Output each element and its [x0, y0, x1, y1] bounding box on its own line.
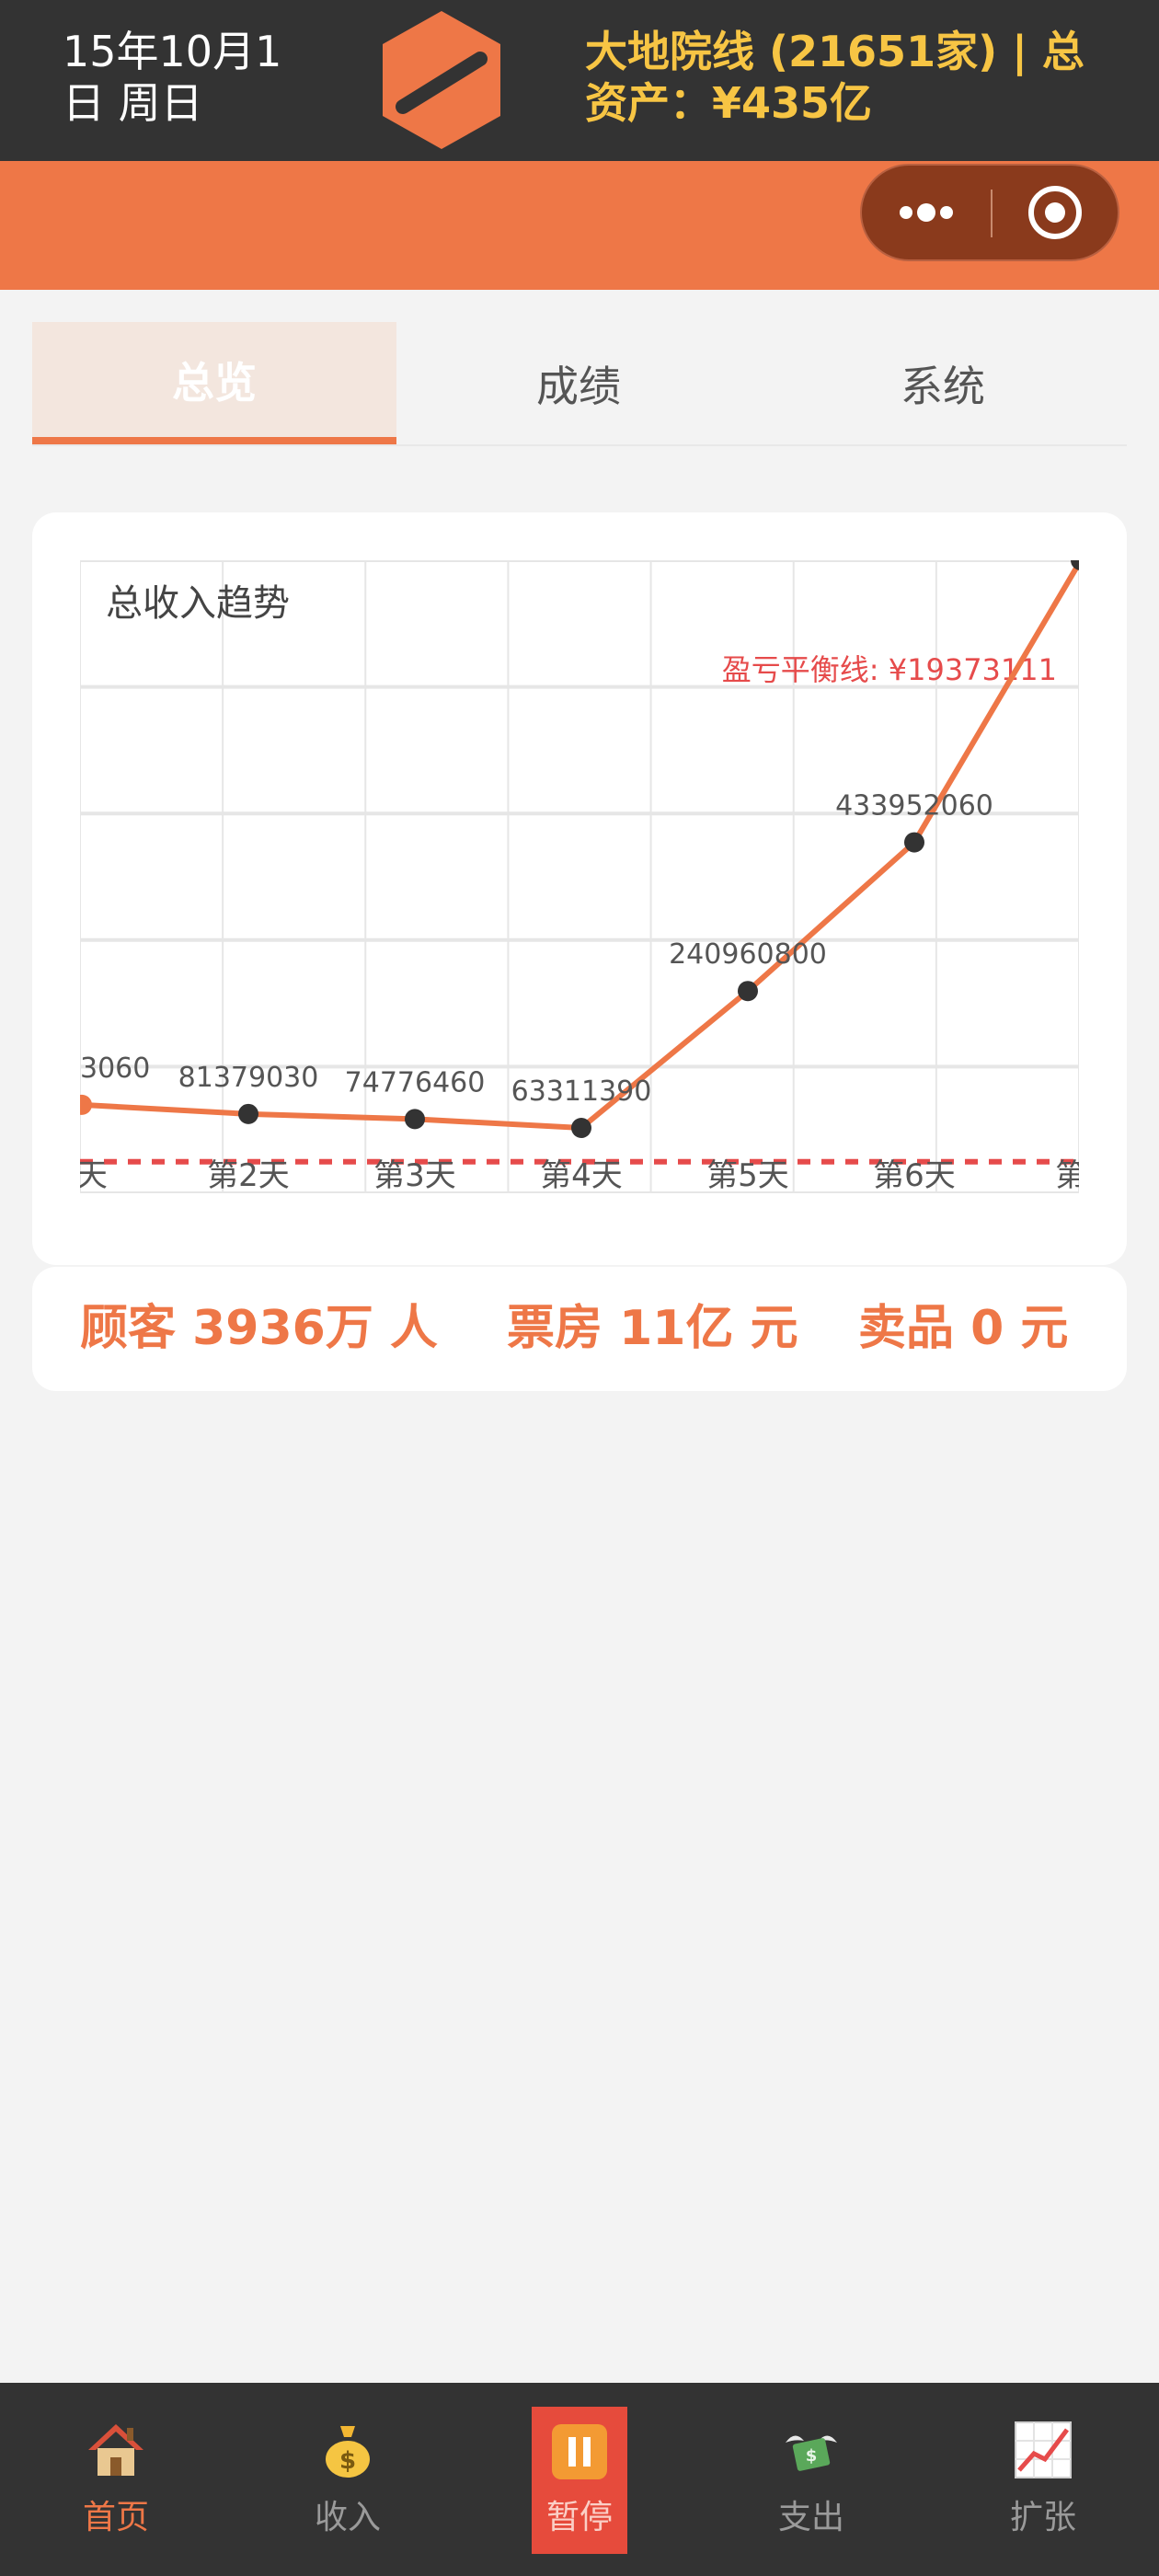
more-dots-icon: [900, 203, 953, 222]
chart-increasing-icon: [1015, 2421, 1072, 2478]
x-tick-label: 第2天: [207, 1157, 290, 1193]
bottom-nav: 首页 $ 收入 扩张 $ 支出 暂停: [0, 2383, 1159, 2576]
data-point: [904, 832, 924, 853]
x-tick-label: 第7: [1055, 1157, 1079, 1193]
pause-button[interactable]: 暂停: [532, 2407, 627, 2554]
x-tick-label: 第6天: [873, 1157, 956, 1193]
nav-expense[interactable]: $ 支出: [695, 2383, 927, 2576]
customers-stat: 顾客 3936万 人: [80, 1301, 438, 1356]
nav-expand[interactable]: 扩张: [927, 2383, 1159, 2576]
logo-icon: [383, 11, 500, 149]
revenue-chart-card: 总收入趋势 盈亏平衡线: ¥19373111 1天第2天第3天第4天第5天第6天…: [32, 512, 1127, 1265]
data-label: 63311390: [511, 1075, 652, 1108]
data-point: [405, 1109, 425, 1130]
close-button[interactable]: [993, 166, 1118, 259]
nav-expand-label: 扩张: [1009, 2499, 1076, 2536]
box-office-stat: 票房 11亿 元: [507, 1301, 798, 1356]
data-label: 81379030: [178, 1062, 319, 1094]
target-close-icon: [1028, 186, 1082, 239]
data-label: 240960800: [669, 938, 827, 971]
chart-title: 总收入趋势: [106, 582, 290, 625]
nav-income-label: 收入: [314, 2499, 381, 2536]
nav-home-label: 首页: [82, 2499, 149, 2536]
x-tick-label: 第4天: [540, 1157, 623, 1193]
pause-icon: [552, 2424, 607, 2479]
data-point: [571, 1117, 591, 1138]
nav-home[interactable]: 首页: [0, 2383, 232, 2576]
x-tick-label: 第5天: [706, 1157, 789, 1193]
data-label: 74776460: [345, 1066, 486, 1098]
game-date: 15年10月1日 周日: [63, 27, 282, 128]
svg-text:$: $: [339, 2447, 356, 2475]
top-header: 15年10月1日 周日 大地院线 (21651家) | 总资产：¥435亿: [0, 0, 1159, 161]
x-tick-label: 1天: [80, 1157, 108, 1193]
x-tick-label: 第3天: [373, 1157, 456, 1193]
tab-overview[interactable]: 总览: [32, 322, 396, 444]
tab-system[interactable]: 系统: [761, 322, 1125, 444]
data-label: 3060: [80, 1052, 150, 1085]
money-bag-icon: $: [326, 2426, 370, 2478]
mini-program-capsule: [860, 164, 1119, 261]
data-label: 433952060: [835, 790, 993, 822]
summary-card: 顾客 3936万 人 票房 11亿 元 卖品 0 元: [32, 1267, 1127, 1391]
house-icon: [88, 2424, 143, 2476]
nav-income[interactable]: $ 收入: [232, 2383, 464, 2576]
revenue-trend-chart: 总收入趋势 盈亏平衡线: ¥19373111 1天第2天第3天第4天第5天第6天…: [80, 560, 1079, 1193]
pause-label: 暂停: [545, 2499, 613, 2536]
company-summary: 大地院线 (21651家) | 总资产：¥435亿: [585, 27, 1084, 128]
merch-stat: 卖品 0 元: [858, 1301, 1069, 1356]
data-point: [80, 1094, 92, 1115]
nav-expense-label: 支出: [777, 2499, 844, 2536]
svg-text:$: $: [806, 2446, 818, 2466]
more-button[interactable]: [862, 166, 991, 259]
flying-money-icon: $: [786, 2435, 837, 2471]
tab-bar: 总览 成绩 系统: [32, 322, 1127, 446]
tab-results[interactable]: 成绩: [396, 322, 761, 444]
data-point: [238, 1103, 258, 1124]
data-point: [738, 981, 758, 1002]
revenue-series-line: [81, 560, 1079, 1132]
